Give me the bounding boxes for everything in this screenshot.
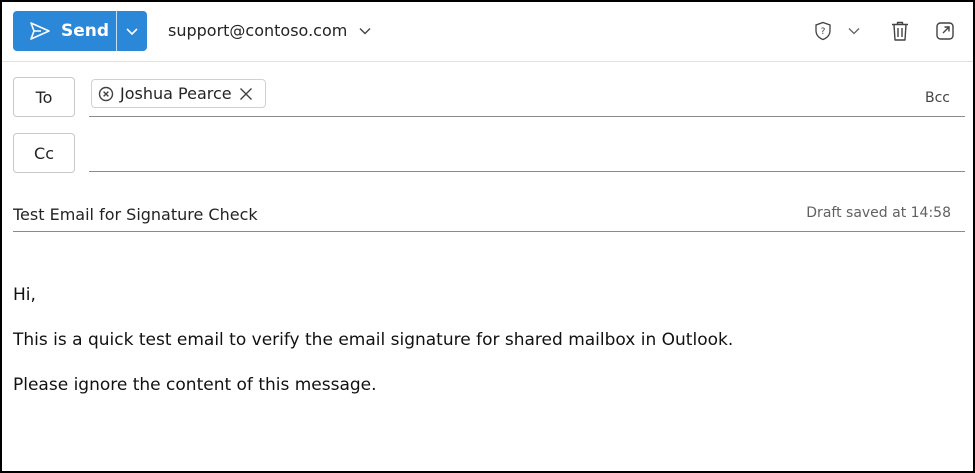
cc-button[interactable]: Cc <box>13 133 75 173</box>
subject-input[interactable] <box>13 202 753 226</box>
remove-circle-icon[interactable] <box>98 86 114 102</box>
subject-underline <box>13 231 965 232</box>
sensitivity-dropdown[interactable] <box>842 19 866 43</box>
discard-button[interactable] <box>888 19 912 43</box>
message-body[interactable]: Hi, This is a quick test email to verify… <box>13 284 953 419</box>
body-line: This is a quick test email to verify the… <box>13 330 734 351</box>
from-address: support@contoso.com <box>168 21 348 40</box>
from-selector[interactable]: support@contoso.com <box>168 21 371 40</box>
recipient-chip-name: Joshua Pearce <box>120 84 232 103</box>
to-field-underline <box>89 116 965 117</box>
trash-icon <box>892 21 908 41</box>
cc-field-underline <box>89 171 965 172</box>
send-button[interactable]: Send <box>13 11 116 51</box>
to-label: To <box>35 87 53 107</box>
chevron-down-icon <box>126 28 138 36</box>
pop-out-button[interactable] <box>933 19 957 43</box>
send-button-label: Send <box>61 21 110 41</box>
body-line: Please ignore the content of this messag… <box>13 375 377 396</box>
chevron-down-icon <box>848 28 860 35</box>
recipient-chip[interactable]: Joshua Pearce <box>91 79 266 108</box>
chevron-down-icon <box>359 27 371 34</box>
to-button[interactable]: To <box>13 77 75 117</box>
draft-status: Draft saved at 14:58 <box>806 205 951 221</box>
cc-input[interactable] <box>90 134 964 170</box>
compose-toolbar: Send support@contoso.com ? <box>2 2 973 62</box>
send-button-group: Send <box>13 11 147 51</box>
bcc-button[interactable]: Bcc <box>925 90 950 106</box>
send-icon <box>30 22 50 40</box>
sensitivity-button[interactable]: ? <box>811 19 835 43</box>
body-line: Hi, <box>13 285 36 305</box>
close-icon[interactable] <box>239 87 253 101</box>
compose-window: Send support@contoso.com ? To Joshua Pea… <box>0 0 975 473</box>
svg-text:?: ? <box>821 27 826 37</box>
sensitivity-shield-icon: ? <box>815 21 831 41</box>
send-options-button[interactable] <box>117 11 147 51</box>
cc-label: Cc <box>34 143 54 163</box>
pop-out-icon <box>936 22 954 40</box>
